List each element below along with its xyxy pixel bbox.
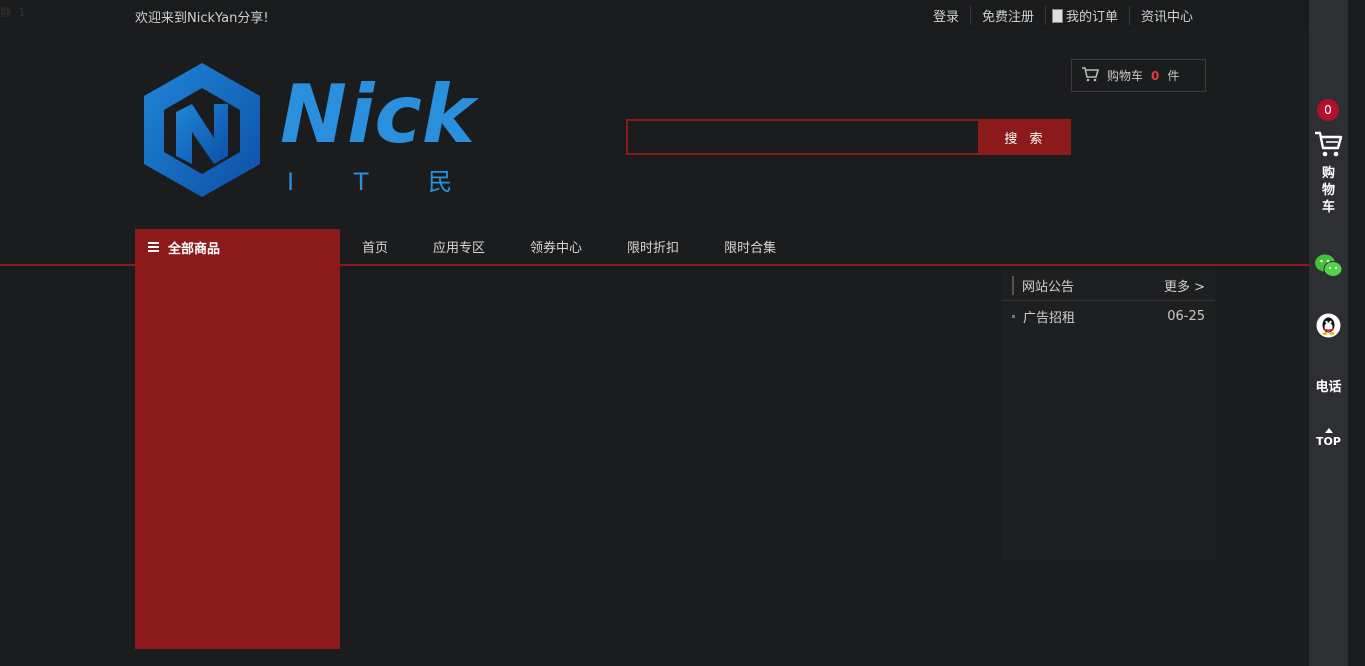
- nav-item-discount[interactable]: 限时折扣: [627, 237, 679, 256]
- broken-image-icon: [1051, 8, 1063, 23]
- search-bar: 搜 索: [626, 119, 1071, 155]
- sidebar-cart-badge: 0: [1317, 99, 1339, 121]
- notice-panel: 网站公告 更多 > 广告招租 06-25: [1002, 270, 1215, 560]
- top-bar: 静 1 欢迎来到NickYan分享! 登录 免费注册 我的订单 资讯中心: [0, 0, 1309, 30]
- arrow-up-icon: [1324, 428, 1333, 433]
- welcome-text: 欢迎来到NickYan分享!: [135, 11, 269, 26]
- menu-icon: [148, 240, 159, 254]
- all-goods-label: 全部商品: [168, 241, 221, 257]
- nav-item-coupons[interactable]: 领券中心: [530, 237, 582, 256]
- search-button[interactable]: 搜 索: [980, 119, 1071, 155]
- cart-icon: [1082, 66, 1100, 85]
- logo-brand-text: Nick: [280, 68, 480, 161]
- back-to-top-label: TOP: [1316, 435, 1341, 448]
- main-nav: 首页 应用专区 领券中心 限时折扣 限时合集: [362, 237, 821, 256]
- cart-count: 0: [1151, 68, 1160, 83]
- scrollbar-track[interactable]: [1348, 0, 1365, 666]
- back-to-top-button[interactable]: TOP: [1309, 428, 1348, 448]
- site-logo[interactable]: Nick I T 民 工: [140, 60, 536, 200]
- news-center-link[interactable]: 资讯中心: [1128, 6, 1204, 25]
- my-orders-label: 我的订单: [1065, 10, 1118, 25]
- register-link[interactable]: 免费注册: [969, 6, 1045, 25]
- notice-item-title: 广告招租: [1023, 310, 1076, 326]
- nav-item-apps[interactable]: 应用专区: [433, 237, 485, 256]
- notice-title: 网站公告: [1012, 275, 1074, 295]
- category-panel: 全部商品: [135, 229, 340, 649]
- sidebar-cart-char-1: 购: [1321, 166, 1335, 181]
- qq-icon[interactable]: [1316, 313, 1341, 342]
- header-cart[interactable]: 购物车 0 件: [1071, 59, 1206, 92]
- right-sidebar: 0 购 物 车 电话 TOP: [1309, 0, 1348, 666]
- my-orders-link[interactable]: 我的订单: [1044, 6, 1129, 25]
- login-link[interactable]: 登录: [922, 6, 970, 25]
- top-links: 登录 免费注册 我的订单 资讯中心: [922, 6, 1204, 25]
- search-input[interactable]: [626, 119, 980, 155]
- logo-tagline-text: I T 民 工: [287, 168, 480, 196]
- notice-item[interactable]: 广告招租 06-25: [1002, 301, 1215, 331]
- notice-more-link[interactable]: 更多 >: [1164, 276, 1205, 295]
- sidebar-phone[interactable]: 电话: [1309, 376, 1348, 395]
- corner-mark: 静 1: [0, 6, 28, 19]
- notice-header: 网站公告 更多 >: [1002, 270, 1215, 301]
- bullet-icon: [1012, 314, 1015, 318]
- notice-item-date: 06-25: [1167, 308, 1205, 324]
- nav-item-collection[interactable]: 限时合集: [724, 237, 776, 256]
- sidebar-cart-icon[interactable]: [1314, 130, 1343, 162]
- cart-label: 购物车: [1107, 69, 1144, 83]
- all-goods-header[interactable]: 全部商品: [135, 229, 340, 265]
- sidebar-cart-char-3: 车: [1321, 200, 1335, 215]
- sidebar-cart-label[interactable]: 购 物 车: [1309, 165, 1348, 216]
- nav-item-home[interactable]: 首页: [362, 237, 388, 256]
- cart-unit: 件: [1167, 69, 1180, 83]
- wechat-icon[interactable]: [1314, 253, 1344, 283]
- sidebar-cart-char-2: 物: [1321, 183, 1335, 198]
